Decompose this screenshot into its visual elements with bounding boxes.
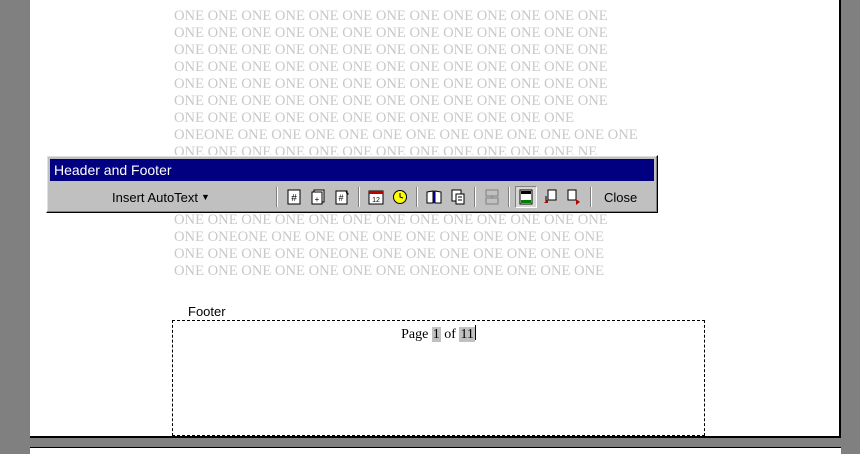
toolbar-separator bbox=[276, 187, 278, 207]
toolbar-separator bbox=[358, 187, 360, 207]
toolbar-separator bbox=[508, 187, 510, 207]
svg-text:#: # bbox=[338, 193, 343, 203]
format-page-number-icon: # bbox=[335, 190, 349, 205]
dropdown-arrow-icon: ▼ bbox=[201, 192, 210, 202]
total-pages-field[interactable]: 11 bbox=[459, 327, 475, 342]
page-setup-icon bbox=[426, 190, 442, 204]
body-text-line: ONE ONE ONE ONE ONE ONE ONE ONE ONE ONE … bbox=[174, 42, 608, 58]
toolbar-separator bbox=[416, 187, 418, 207]
toolbar-title[interactable]: Header and Footer bbox=[50, 159, 654, 181]
insert-time-button[interactable] bbox=[389, 186, 411, 208]
insert-date-button[interactable]: 12 bbox=[365, 186, 387, 208]
footer-page-prefix: Page bbox=[401, 327, 432, 342]
body-text-line: ONE ONE ONE ONE ONE ONE ONE ONE ONE ONE … bbox=[174, 8, 608, 24]
same-as-previous-icon bbox=[485, 189, 499, 205]
show-previous-icon bbox=[544, 189, 557, 203]
show-hide-document-text-icon bbox=[451, 189, 465, 205]
insert-autotext-label: Insert AutoText bbox=[112, 189, 199, 205]
svg-text:12: 12 bbox=[372, 197, 380, 204]
body-text-line: ONE ONE ONE ONE ONE ONE ONE ONE ONE ONE … bbox=[174, 93, 608, 109]
show-next-button[interactable] bbox=[563, 186, 585, 208]
svg-text:#: # bbox=[291, 193, 297, 204]
body-text-line: ONE ONE ONE ONE ONE ONE ONE ONE ONE ONE … bbox=[174, 59, 608, 75]
format-page-number-button[interactable]: # bbox=[331, 186, 353, 208]
body-text-line: ONE ONE ONE ONE ONEONE ONE ONE ONE ONE O… bbox=[174, 246, 605, 262]
document-page: ONE ONE ONE ONE ONE ONE ONE ONE ONE ONE … bbox=[30, 0, 841, 438]
body-text-line: ONE ONE ONE ONE ONE ONE ONE ONE ONE ONE … bbox=[174, 110, 575, 126]
body-text-line: ONE ONE ONE ONE ONE ONE ONE ONE ONE ONE … bbox=[174, 76, 608, 92]
toolbar-separator bbox=[590, 187, 592, 207]
body-text-line: ONE ONE ONE ONE ONE ONE ONE ONE ONE ONE … bbox=[174, 25, 608, 41]
body-text-line: ONE ONEONE ONE ONE ONE ONE ONE ONE ONE O… bbox=[174, 229, 605, 245]
insert-number-of-pages-button[interactable]: + bbox=[307, 186, 329, 208]
toolbar-buttons: Insert AutoText ▼ # + # 12 Close bbox=[50, 184, 654, 210]
footer-of-text: of bbox=[440, 327, 460, 342]
switch-header-footer-icon bbox=[519, 189, 533, 205]
insert-page-number-button[interactable]: # bbox=[283, 186, 305, 208]
page-number-field[interactable]: 1 bbox=[431, 327, 441, 342]
same-as-previous-button bbox=[481, 186, 503, 208]
insert-page-number-icon: # bbox=[287, 189, 301, 205]
show-hide-document-text-button[interactable] bbox=[447, 186, 469, 208]
text-cursor bbox=[474, 325, 476, 340]
toolbar-separator bbox=[474, 187, 476, 207]
show-previous-button[interactable] bbox=[539, 186, 561, 208]
page-setup-button[interactable] bbox=[423, 186, 445, 208]
insert-number-of-pages-icon: + bbox=[311, 189, 325, 205]
close-button[interactable]: Close bbox=[600, 190, 641, 205]
body-text-line: ONE ONE ONE ONE ONE ONE ONE ONE ONE ONE … bbox=[174, 212, 608, 228]
insert-autotext-button[interactable]: Insert AutoText ▼ bbox=[50, 185, 272, 209]
document-body-text: ONE ONE ONE ONE ONE ONE ONE ONE ONE ONE … bbox=[174, 8, 694, 280]
footer-area[interactable]: Page 1 of 11 bbox=[172, 320, 705, 436]
show-next-icon bbox=[567, 189, 580, 205]
insert-date-icon: 12 bbox=[368, 190, 384, 205]
footer-label: Footer bbox=[186, 304, 228, 319]
body-text-line: ONE ONE ONE ONE ONE ONE ONE ONEONE ONE O… bbox=[174, 263, 605, 279]
switch-header-footer-button[interactable] bbox=[515, 186, 537, 208]
header-footer-toolbar: Header and Footer Insert AutoText ▼ # + … bbox=[46, 155, 658, 213]
insert-time-icon bbox=[393, 190, 407, 204]
footer-text[interactable]: Page 1 of 11 bbox=[173, 325, 704, 343]
body-text-line: ONEONE ONE ONE ONE ONE ONE ONE ONE ONE O… bbox=[174, 127, 638, 143]
svg-text:+: + bbox=[315, 195, 320, 204]
